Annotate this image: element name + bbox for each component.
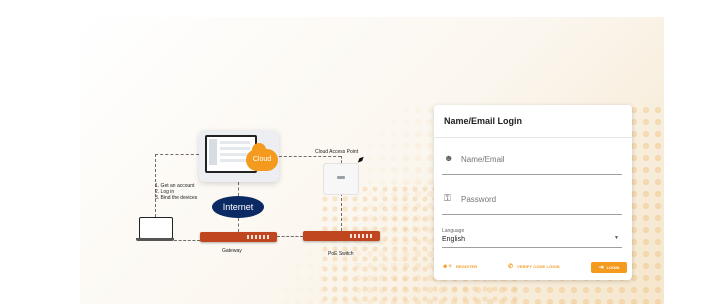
link-ap-to-switch: [341, 193, 342, 231]
laptop-base: [136, 238, 174, 241]
language-label: Language: [442, 228, 465, 234]
setup-step-3: 3. Bind the devices: [155, 195, 198, 201]
link-gateway-to-switch: [277, 236, 303, 237]
name-email-placeholder[interactable]: Name/Email: [461, 155, 505, 164]
link-cloud-to-ap: [279, 156, 341, 157]
laptop-icon: [136, 217, 174, 241]
cloud-label: Cloud: [252, 156, 272, 163]
login-button[interactable]: ⇥ LOGIN: [591, 262, 627, 273]
key-icon: ⚿: [444, 193, 451, 203]
poe-switch-device-icon: [303, 231, 380, 241]
access-point-device-icon: [323, 163, 359, 195]
poe-switch-label: PoE Switch: [328, 251, 354, 257]
person-add-icon: ☻+: [442, 264, 453, 270]
login-label[interactable]: LOGIN: [607, 265, 620, 270]
verify-code-login-button[interactable]: ✆ VERIFY CODE LOGIN: [508, 262, 560, 272]
phone-icon: ✆: [508, 264, 514, 270]
link-internet-to-gateway: [238, 218, 239, 232]
gateway-label: Gateway: [222, 248, 242, 254]
caret-down-icon[interactable]: ▼: [614, 235, 619, 241]
password-placeholder[interactable]: Password: [461, 195, 496, 204]
laptop-screen: [139, 217, 173, 239]
password-field[interactable]: ⚿ Password: [442, 190, 622, 215]
login-icon: ⇥: [598, 265, 604, 271]
link-cloud-to-internet: [238, 182, 239, 196]
gateway-device-icon: [200, 232, 277, 242]
register-button[interactable]: ☻+ REGISTER: [442, 262, 477, 272]
link-laptop-to-cloud: [155, 154, 199, 155]
internet-badge: Internet: [212, 196, 264, 218]
account-circle-icon: ☻: [444, 153, 454, 163]
login-title-divider: [434, 137, 632, 138]
name-email-field[interactable]: ☻ Name/Email: [442, 150, 622, 175]
setup-steps: 1. Get an account 2. Log in 3. Bind the …: [155, 183, 197, 201]
login-actions: ☻+ REGISTER ✆ VERIFY CODE LOGIN ⇥ LOGIN: [442, 262, 627, 274]
link-ap-top: [341, 156, 342, 163]
language-value[interactable]: English: [442, 236, 465, 243]
login-card: Name/Email Login ☻ Name/Email ⚿ Password…: [434, 105, 632, 280]
verify-code-label[interactable]: VERIFY CODE LOGIN: [517, 264, 560, 269]
language-underline: [442, 247, 622, 248]
access-point-label: Cloud Access Point: [315, 149, 359, 155]
register-label[interactable]: REGISTER: [456, 264, 477, 269]
link-laptop-to-gateway: [174, 240, 200, 241]
cloud-icon: Cloud: [246, 143, 278, 171]
login-title: Name/Email Login: [444, 116, 523, 126]
